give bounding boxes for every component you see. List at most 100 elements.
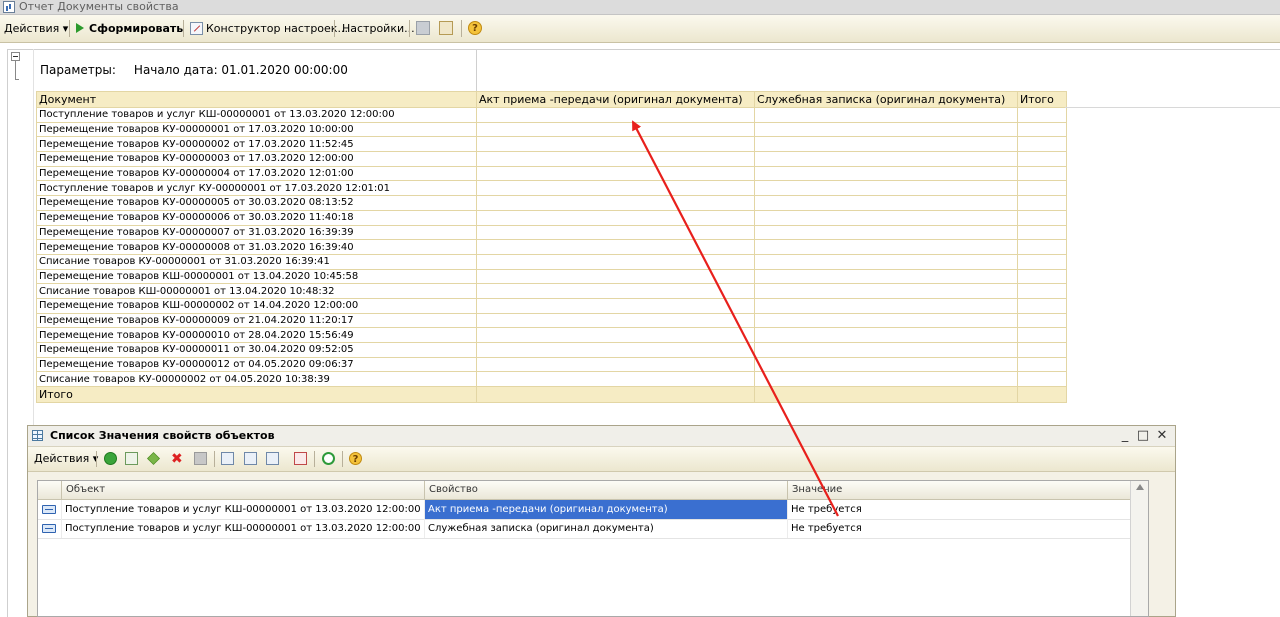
help-icon[interactable]: ? <box>468 21 482 35</box>
report-cell-total[interactable] <box>1017 356 1067 373</box>
report-row[interactable]: Перемещение товаров КУ-00000010 от 28.04… <box>36 327 1067 343</box>
save-icon[interactable] <box>194 452 207 465</box>
report-cell-document[interactable]: Поступление товаров и услуг КШ-00000001 … <box>36 107 477 123</box>
settings-button[interactable]: Настройки... <box>342 15 415 42</box>
report-cell-total[interactable] <box>1017 283 1067 299</box>
report-row[interactable]: Перемещение товаров КУ-00000006 от 30.03… <box>36 209 1067 226</box>
report-cell-document[interactable]: Списание товаров КШ-00000001 от 13.04.20… <box>36 283 477 299</box>
col-total-header[interactable]: Итого <box>1017 91 1067 108</box>
cell-property[interactable]: Акт приема -передачи (оригинал документа… <box>425 500 788 519</box>
cell-property[interactable]: Служебная записка (оригинал документа) <box>425 519 788 538</box>
report-row[interactable]: Перемещение товаров КШ-00000001 от 13.04… <box>36 268 1067 285</box>
report-row[interactable]: Перемещение товаров КУ-00000004 от 17.03… <box>36 165 1067 182</box>
report-cell-memo[interactable] <box>754 151 1018 167</box>
report-cell-total[interactable] <box>1017 136 1067 153</box>
list-actions-menu[interactable]: Действия ▾ <box>34 447 98 471</box>
report-cell-act[interactable] <box>476 342 755 358</box>
report-cell-act[interactable] <box>476 151 755 167</box>
report-cell-total[interactable] <box>1017 342 1067 358</box>
report-cell-act[interactable] <box>476 297 755 314</box>
report-cell-memo[interactable] <box>754 165 1018 182</box>
add-icon[interactable] <box>104 452 117 465</box>
col-document-header[interactable]: Документ <box>36 91 477 108</box>
report-cell-memo[interactable] <box>754 356 1018 373</box>
report-cell-memo[interactable] <box>754 342 1018 358</box>
col-object-header[interactable]: Объект <box>62 481 425 499</box>
report-cell-document[interactable]: Перемещение товаров КУ-00000004 от 17.03… <box>36 165 477 182</box>
report-cell-act[interactable] <box>476 283 755 299</box>
maximize-button[interactable]: □ <box>1135 428 1151 444</box>
grid-scrollbar[interactable] <box>1130 481 1148 616</box>
report-cell-document[interactable]: Перемещение товаров КУ-00000003 от 17.03… <box>36 151 477 167</box>
col-act-header[interactable]: Акт приема -передачи (оригинал документа… <box>476 91 755 108</box>
filter-value-icon[interactable] <box>244 452 257 465</box>
table-row[interactable]: Поступление товаров и услуг КШ-00000001 … <box>38 519 1148 539</box>
report-cell-document[interactable]: Перемещение товаров КШ-00000002 от 14.04… <box>36 297 477 314</box>
report-cell-total[interactable] <box>1017 195 1067 211</box>
report-cell-memo[interactable] <box>754 253 1018 270</box>
actions-menu[interactable]: Действия ▾ <box>4 15 68 42</box>
report-cell-act[interactable] <box>476 121 755 138</box>
report-row[interactable]: Перемещение товаров КШ-00000002 от 14.04… <box>36 297 1067 314</box>
delete-icon[interactable]: ✖ <box>171 447 183 471</box>
report-row[interactable]: Перемещение товаров КУ-00000007 от 31.03… <box>36 224 1067 241</box>
report-cell-memo[interactable] <box>754 224 1018 241</box>
report-row[interactable]: Списание товаров КШ-00000001 от 13.04.20… <box>36 283 1067 299</box>
report-cell-memo[interactable] <box>754 121 1018 138</box>
collapse-group-icon[interactable] <box>11 52 20 61</box>
report-cell-memo[interactable] <box>754 209 1018 226</box>
refresh-icon[interactable] <box>322 452 335 465</box>
col-memo-header[interactable]: Служебная записка (оригинал документа) <box>754 91 1018 108</box>
report-cell-total[interactable] <box>1017 239 1067 255</box>
report-row[interactable]: Списание товаров КУ-00000001 от 31.03.20… <box>36 253 1067 270</box>
report-cell-document[interactable]: Перемещение товаров КУ-00000009 от 21.04… <box>36 312 477 329</box>
cell-object[interactable]: Поступление товаров и услуг КШ-00000001 … <box>62 500 425 519</box>
report-cell-total[interactable] <box>1017 209 1067 226</box>
report-row[interactable]: Перемещение товаров КУ-00000003 от 17.03… <box>36 151 1067 167</box>
edit-icon[interactable] <box>147 452 160 465</box>
report-cell-document[interactable]: Перемещение товаров КШ-00000001 от 13.04… <box>36 268 477 285</box>
report-cell-memo[interactable] <box>754 136 1018 153</box>
report-cell-act[interactable] <box>476 165 755 182</box>
minimize-button[interactable]: _ <box>1117 428 1133 444</box>
report-cell-memo[interactable] <box>754 283 1018 299</box>
report-cell-total[interactable] <box>1017 297 1067 314</box>
report-cell-memo[interactable] <box>754 195 1018 211</box>
cell-object[interactable]: Поступление товаров и услуг КШ-00000001 … <box>62 519 425 538</box>
report-cell-act[interactable] <box>476 209 755 226</box>
filter-icon[interactable] <box>221 452 234 465</box>
constructor-button[interactable]: Конструктор настроек... <box>190 15 348 42</box>
report-cell-act[interactable] <box>476 224 755 241</box>
report-cell-act[interactable] <box>476 195 755 211</box>
report-cell-act[interactable] <box>476 239 755 255</box>
report-cell-memo[interactable] <box>754 327 1018 343</box>
report-cell-document[interactable]: Перемещение товаров КУ-00000006 от 30.03… <box>36 209 477 226</box>
report-cell-document[interactable]: Перемещение товаров КУ-00000007 от 31.03… <box>36 224 477 241</box>
report-cell-document[interactable]: Поступление товаров и услуг КУ-00000001 … <box>36 180 477 197</box>
report-cell-act[interactable] <box>476 180 755 197</box>
report-row[interactable]: Перемещение товаров КУ-00000002 от 17.03… <box>36 136 1067 153</box>
report-cell-total[interactable] <box>1017 107 1067 123</box>
report-row[interactable]: Перемещение товаров КУ-00000005 от 30.03… <box>36 195 1067 211</box>
report-cell-memo[interactable] <box>754 297 1018 314</box>
report-cell-document[interactable]: Перемещение товаров КУ-00000011 от 30.04… <box>36 342 477 358</box>
report-cell-act[interactable] <box>476 253 755 270</box>
print-icon[interactable] <box>416 21 430 35</box>
report-cell-total[interactable] <box>1017 312 1067 329</box>
report-cell-memo[interactable] <box>754 312 1018 329</box>
report-cell-document[interactable]: Перемещение товаров КУ-00000010 от 28.04… <box>36 327 477 343</box>
report-cell-memo[interactable] <box>754 268 1018 285</box>
report-row[interactable]: Перемещение товаров КУ-00000009 от 21.04… <box>36 312 1067 329</box>
report-cell-act[interactable] <box>476 356 755 373</box>
col-property-header[interactable]: Свойство <box>425 481 788 499</box>
report-cell-act[interactable] <box>476 136 755 153</box>
report-cell-act[interactable] <box>476 107 755 123</box>
report-cell-total[interactable] <box>1017 371 1067 388</box>
report-cell-document[interactable]: Перемещение товаров КУ-00000005 от 30.03… <box>36 195 477 211</box>
report-row[interactable]: Перемещение товаров КУ-00000008 от 31.03… <box>36 239 1067 255</box>
report-cell-document[interactable]: Перемещение товаров КУ-00000012 от 04.05… <box>36 356 477 373</box>
report-row[interactable]: Списание товаров КУ-00000002 от 04.05.20… <box>36 371 1067 388</box>
report-cell-memo[interactable] <box>754 371 1018 388</box>
report-cell-document[interactable]: Перемещение товаров КУ-00000001 от 17.03… <box>36 121 477 138</box>
report-cell-memo[interactable] <box>754 107 1018 123</box>
